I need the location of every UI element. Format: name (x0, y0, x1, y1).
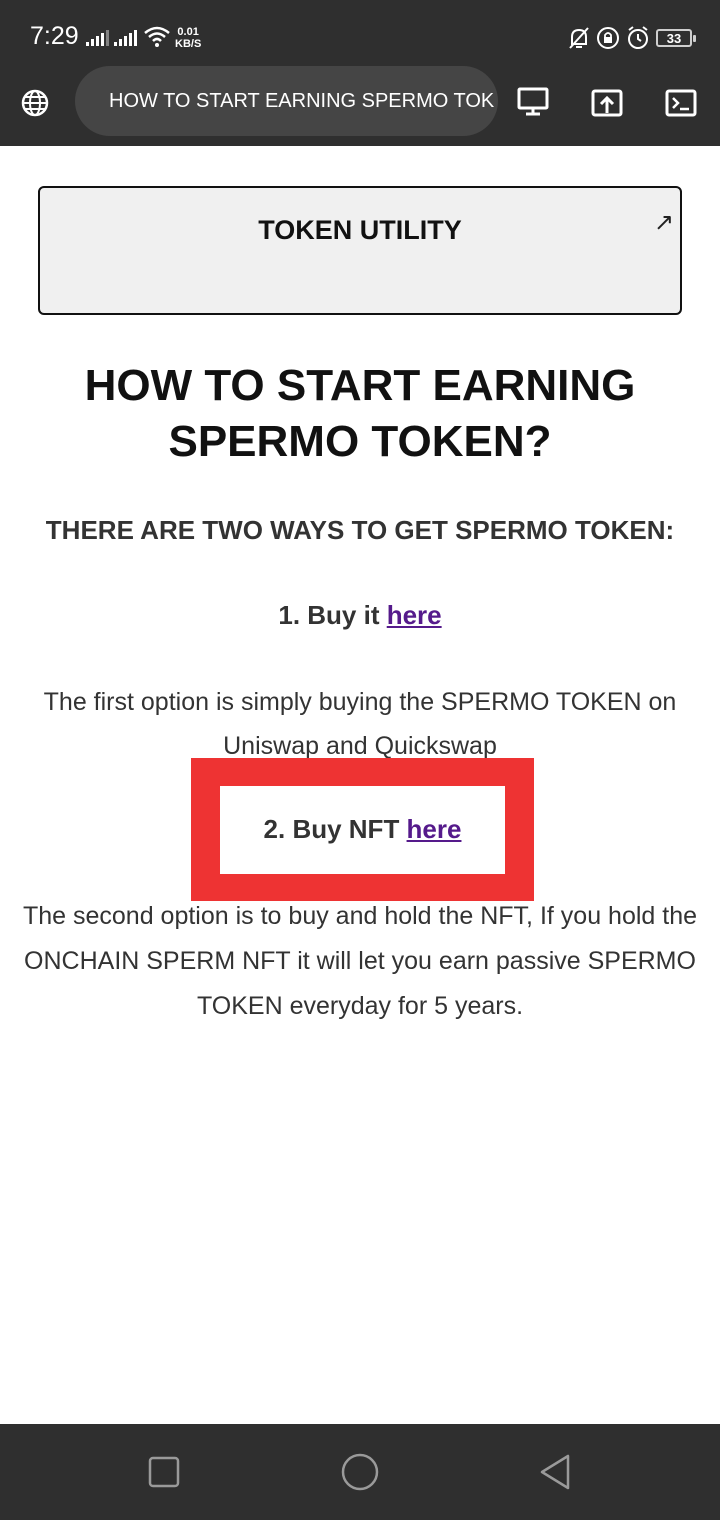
system-nav-bar (0, 1424, 720, 1520)
option-1-link[interactable]: here (387, 600, 442, 630)
token-utility-box[interactable]: TOKEN UTILITY ↗ (38, 186, 682, 315)
status-time: 7:29 (30, 22, 79, 50)
option-2: 2. Buy NFT here (220, 814, 505, 845)
page-heading: HOW TO START EARNING SPERMO TOKEN? (84, 361, 636, 466)
desktop-icon[interactable] (516, 84, 550, 118)
battery-indicator: 33 (656, 29, 696, 47)
option-2-text: 2. Buy NFT (263, 814, 407, 844)
expand-arrow-icon[interactable]: ↗ (654, 208, 674, 237)
url-bar[interactable]: HOW TO START EARNING SPERMO TOK (75, 66, 498, 136)
status-bar: 7:29 0.01 KB/S 33 (0, 0, 720, 66)
option-1-description-text: The first option is simply buying the SP… (43, 688, 677, 760)
token-utility-title: TOKEN UTILITY (258, 215, 462, 245)
cell-signal-2-icon (114, 30, 138, 46)
option-1-text: 1. Buy it (278, 600, 387, 630)
browser-toolbar: HOW TO START EARNING SPERMO TOK (0, 66, 720, 146)
cell-signal-1-icon (86, 30, 110, 46)
home-button-icon[interactable] (340, 1452, 380, 1492)
option-2-link[interactable]: here (407, 814, 462, 844)
share-icon[interactable] (590, 86, 624, 120)
status-right-icons: 33 (568, 24, 696, 52)
globe-icon[interactable] (18, 86, 52, 120)
net-speed: 0.01 KB/S (175, 26, 201, 50)
lock-rotation-icon (597, 27, 619, 49)
option-1: 1. Buy it here (0, 600, 720, 631)
recents-button-icon[interactable] (144, 1452, 184, 1492)
option-2-description: The second option is to buy and hold the… (22, 902, 698, 1020)
net-speed-value: 0.01 (177, 26, 199, 38)
terminal-icon[interactable] (664, 86, 698, 120)
wifi-icon (144, 26, 170, 47)
alarm-icon (628, 26, 648, 49)
subheading: THERE ARE TWO WAYS TO GET SPERMO TOKEN: (45, 515, 675, 545)
option-1-description: The first option is simply buying the SP… (0, 680, 720, 768)
back-button-icon[interactable] (536, 1452, 576, 1492)
mute-bell-icon (569, 27, 589, 49)
net-speed-unit: KB/S (175, 38, 202, 50)
